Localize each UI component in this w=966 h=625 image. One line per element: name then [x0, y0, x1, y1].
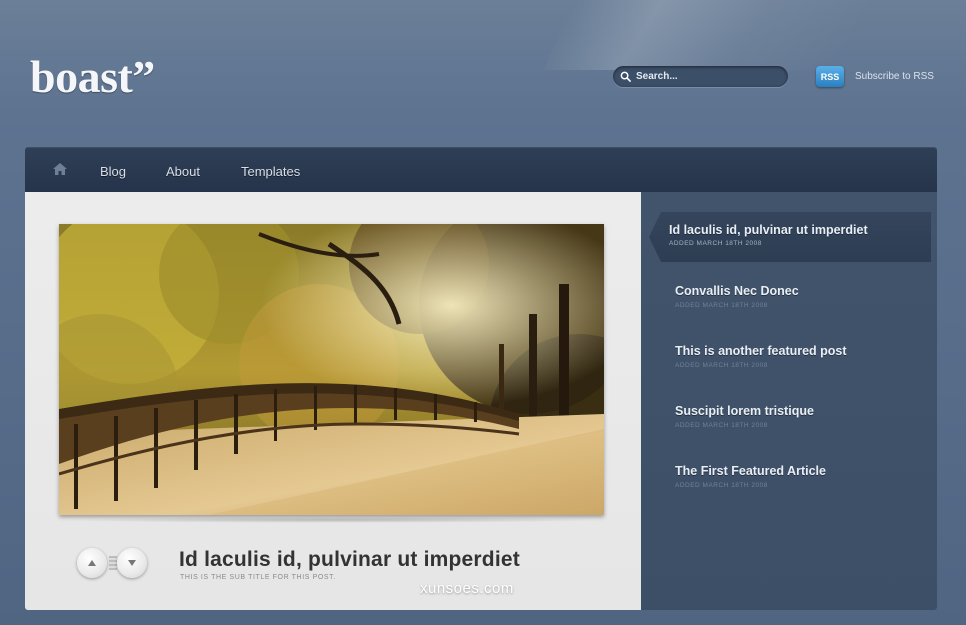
main-nav: Blog About Templates — [25, 147, 937, 192]
home-icon[interactable] — [53, 163, 67, 175]
nav-item-templates[interactable]: Templates — [241, 164, 300, 179]
controls-divider — [109, 556, 117, 570]
site-logo[interactable]: boast” — [30, 50, 155, 103]
featured-list-item-title: This is another featured post — [675, 344, 847, 358]
featured-post-subtitle: This is the sub title for this post. — [180, 574, 336, 581]
search-icon — [620, 71, 631, 82]
featured-image[interactable] — [59, 224, 604, 515]
featured-list-item-date: Added March 18th 2008 — [675, 302, 768, 309]
next-button[interactable] — [117, 548, 147, 578]
featured-list: Id laculis id, pulvinar ut imperdiet Add… — [641, 192, 937, 610]
nav-item-about[interactable]: About — [166, 164, 200, 179]
featured-list-item-date: Added March 18th 2008 — [675, 422, 768, 429]
slider-controls — [77, 544, 147, 582]
featured-list-item[interactable]: The First Featured Article Added March 1… — [675, 464, 826, 489]
featured-list-item-date: Added March 18th 2008 — [669, 240, 762, 247]
search-input[interactable] — [636, 71, 776, 82]
rss-icon[interactable]: RSS — [816, 66, 844, 87]
featured-list-item-title: Convallis Nec Donec — [675, 284, 799, 298]
featured-list-item-title: Id laculis id, pulvinar ut imperdiet — [669, 223, 868, 237]
featured-list-item-active[interactable]: Id laculis id, pulvinar ut imperdiet Add… — [649, 212, 931, 262]
featured-list-item[interactable]: This is another featured post Added Marc… — [675, 344, 847, 369]
featured-list-item[interactable]: Convallis Nec Donec Added March 18th 200… — [675, 284, 799, 309]
featured-list-item-date: Added March 18th 2008 — [675, 482, 768, 489]
featured-list-item[interactable]: Suscipit lorem tristique Added March 18t… — [675, 404, 814, 429]
arrow-down-icon — [128, 560, 136, 566]
header-shine — [543, 0, 966, 70]
nav-item-blog[interactable]: Blog — [100, 164, 126, 179]
prev-button[interactable] — [77, 548, 107, 578]
featured-post-title[interactable]: Id laculis id, pulvinar ut imperdiet — [179, 548, 520, 572]
featured-list-item-title: The First Featured Article — [675, 464, 826, 478]
watermark-text: xunsoes.com — [420, 580, 514, 597]
search-box[interactable] — [613, 66, 788, 87]
featured-content: Id laculis id, pulvinar ut imperdiet Thi… — [25, 192, 641, 610]
subscribe-rss-link[interactable]: Subscribe to RSS — [855, 71, 934, 82]
featured-list-item-date: Added March 18th 2008 — [675, 362, 768, 369]
arrow-up-icon — [88, 560, 96, 566]
featured-list-item-title: Suscipit lorem tristique — [675, 404, 814, 418]
image-shadow — [65, 517, 600, 523]
bridge-photo — [59, 224, 604, 515]
